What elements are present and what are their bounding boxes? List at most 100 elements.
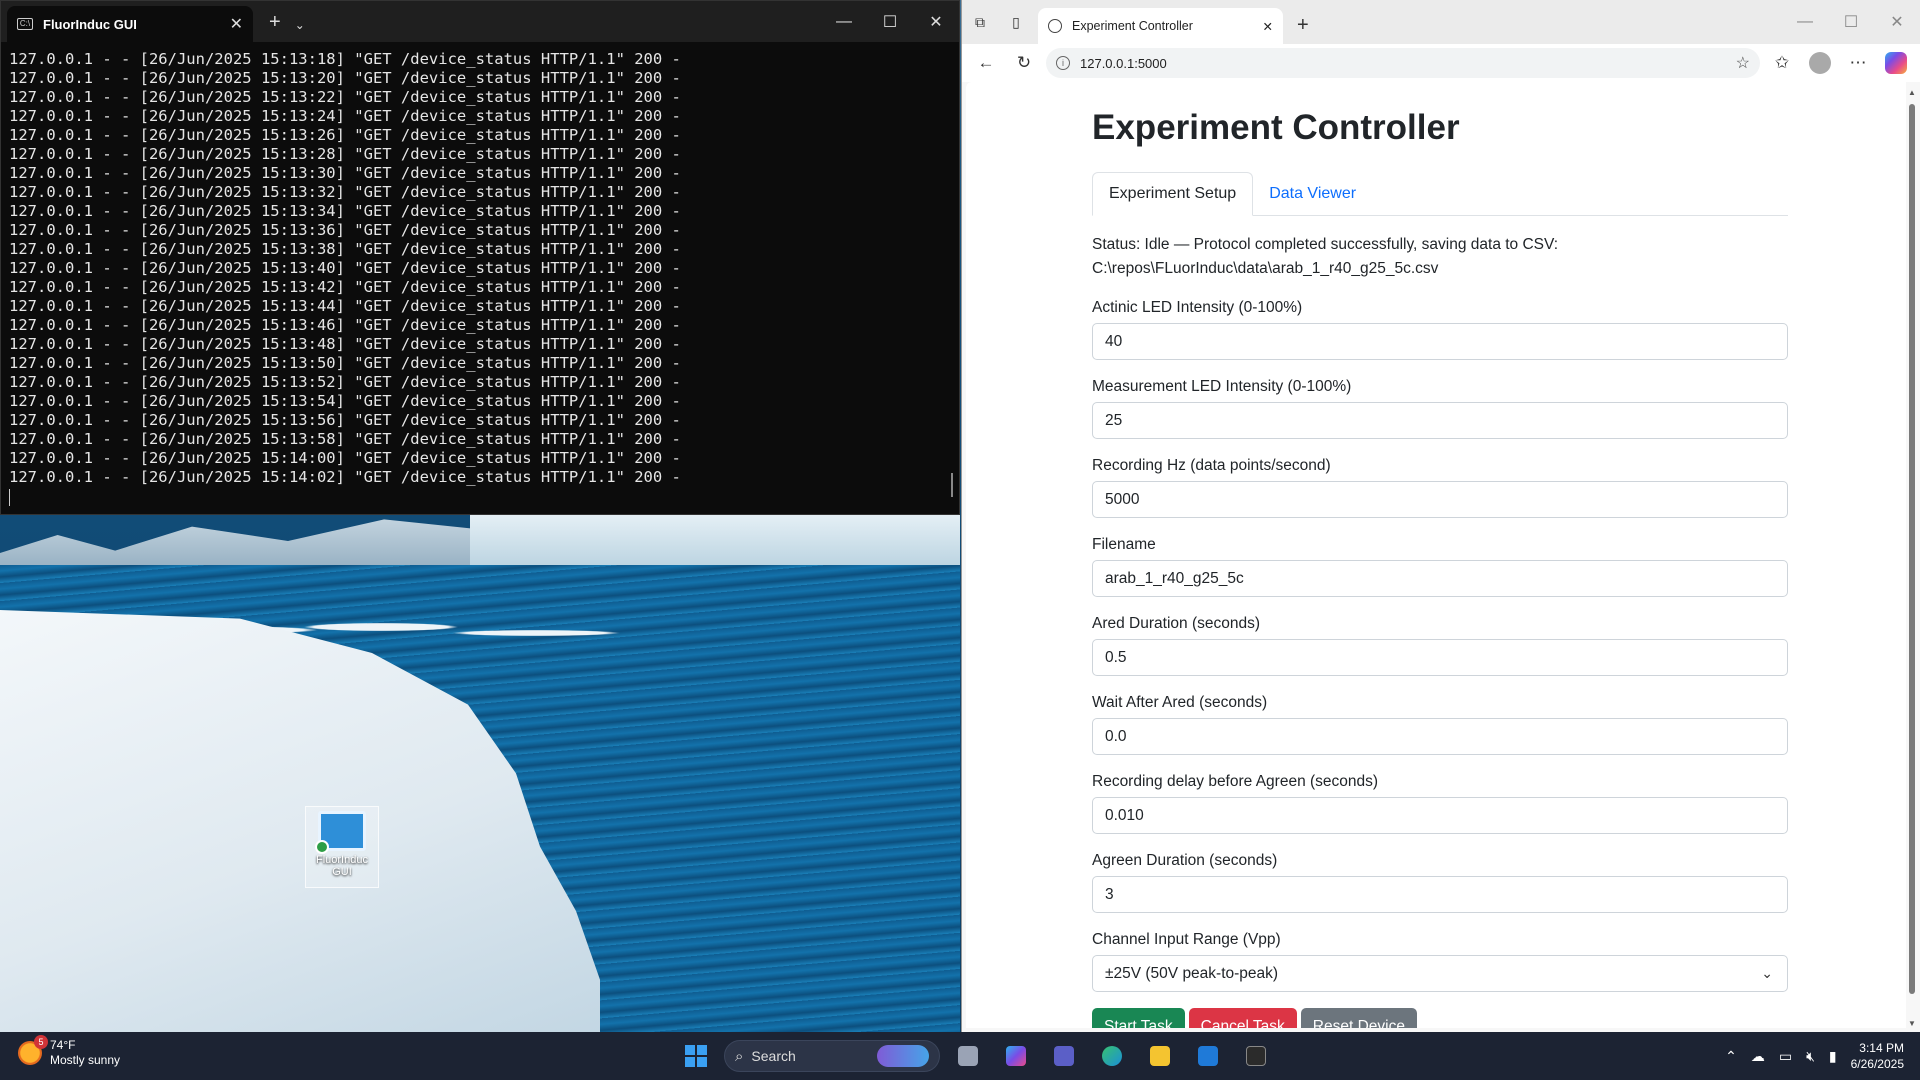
- sync-check-icon: [315, 840, 329, 854]
- form-field-input[interactable]: 40: [1092, 323, 1788, 360]
- mail-button[interactable]: [1188, 1036, 1228, 1076]
- terminal-window-controls: — ☐ ✕: [821, 1, 959, 42]
- weather-widget[interactable]: 5 74°F Mostly sunny: [18, 1035, 121, 1068]
- form-field-label: Recording Hz (data points/second): [1092, 457, 1331, 474]
- terminal-scrollbar[interactable]: [951, 473, 953, 497]
- chevron-down-icon[interactable]: ⌄: [295, 18, 305, 32]
- close-button[interactable]: ✕: [913, 1, 959, 42]
- scrollbar-thumb[interactable]: [1909, 104, 1915, 994]
- form-field-input[interactable]: 5000: [1092, 481, 1788, 518]
- back-icon[interactable]: ←: [970, 47, 1002, 79]
- form-field-group: Filename arab_1_r40_g25_5c: [1092, 534, 1788, 597]
- terminal-window[interactable]: C:\ FluorInduc GUI ✕ + ⌄ — ☐ ✕ 127.0.0.1…: [0, 0, 960, 515]
- clock[interactable]: 3:14 PM 6/26/2025: [1851, 1040, 1904, 1072]
- onedrive-icon[interactable]: ☁: [1751, 1048, 1765, 1065]
- close-button[interactable]: ✕: [1874, 0, 1920, 44]
- system-tray: ⌃ ☁ ▭ 🔇︎ ▮ 3:14 PM 6/26/2025: [1725, 1036, 1904, 1076]
- form-field-group: Wait After Ared (seconds) 0.0: [1092, 692, 1788, 755]
- channel-range-label: Channel Input Range (Vpp): [1092, 931, 1281, 948]
- more-options-icon[interactable]: ⋯: [1842, 47, 1874, 79]
- terminal-log-line: 127.0.0.1 - - [26/Jun/2025 15:13:52] "GE…: [9, 373, 681, 391]
- site-info-icon[interactable]: i: [1056, 56, 1070, 70]
- scroll-up-icon[interactable]: ▲: [1908, 88, 1916, 97]
- minimize-button[interactable]: —: [821, 1, 867, 42]
- profile-button[interactable]: [1804, 47, 1836, 79]
- terminal-output[interactable]: 127.0.0.1 - - [26/Jun/2025 15:13:18] "GE…: [1, 42, 959, 506]
- status-text: Status: Idle — Protocol completed succes…: [1092, 236, 1559, 277]
- channel-range-select[interactable]: ±25V (50V peak-to-peak) ⌄: [1092, 955, 1788, 992]
- terminal-tab[interactable]: C:\ FluorInduc GUI ✕: [7, 6, 253, 42]
- browser-toolbar: ← ↻ i 127.0.0.1:5000 ☆ ✩ ⋯: [962, 44, 1920, 82]
- experiment-controller-page: Experiment Controller Experiment Setup D…: [1092, 82, 1788, 1028]
- taskbar-search[interactable]: ⌕ Search: [724, 1040, 940, 1072]
- terminal-titlebar: C:\ FluorInduc GUI ✕ + ⌄ — ☐ ✕: [1, 1, 959, 42]
- form-field-input[interactable]: 3: [1092, 876, 1788, 913]
- page-scrollbar[interactable]: ▲ ▼: [1908, 88, 1916, 1028]
- maximize-button[interactable]: ☐: [867, 1, 913, 42]
- volume-muted-icon[interactable]: 🔇︎: [1806, 1048, 1815, 1065]
- favorite-star-icon[interactable]: ☆: [1736, 53, 1750, 73]
- terminal-log-line: 127.0.0.1 - - [26/Jun/2025 15:13:22] "GE…: [9, 88, 681, 106]
- cancel-task-button[interactable]: Cancel Task: [1188, 1008, 1297, 1028]
- form-field-group: Measurement LED Intensity (0-100%) 25: [1092, 376, 1788, 439]
- close-tab-icon[interactable]: ✕: [230, 14, 243, 34]
- terminal-log-line: 127.0.0.1 - - [26/Jun/2025 15:13:26] "GE…: [9, 126, 681, 144]
- refresh-icon[interactable]: ↻: [1008, 47, 1040, 79]
- form-field-input[interactable]: 0.010: [1092, 797, 1788, 834]
- new-tab-button[interactable]: +: [1297, 14, 1309, 37]
- chevron-up-icon[interactable]: ⌃: [1725, 1048, 1737, 1065]
- terminal-log-line: 127.0.0.1 - - [26/Jun/2025 15:13:56] "GE…: [9, 411, 681, 429]
- tab-experiment-setup[interactable]: Experiment Setup: [1092, 172, 1254, 216]
- search-placeholder: Search: [751, 1048, 796, 1064]
- terminal-log-line: 127.0.0.1 - - [26/Jun/2025 15:13:30] "GE…: [9, 164, 681, 182]
- browser-tab[interactable]: Experiment Controller ✕: [1038, 8, 1283, 44]
- workspaces-icon[interactable]: ⧉: [962, 0, 998, 44]
- windows-logo-icon: [685, 1045, 707, 1067]
- form-field-input[interactable]: 0.5: [1092, 639, 1788, 676]
- close-tab-icon[interactable]: ✕: [1263, 19, 1273, 34]
- start-task-button[interactable]: Start Task: [1092, 1008, 1185, 1028]
- notification-badge: 5: [34, 1035, 48, 1049]
- favorites-icon[interactable]: ✩: [1766, 47, 1798, 79]
- copilot-taskbar-button[interactable]: [996, 1036, 1036, 1076]
- tab-data-viewer[interactable]: Data Viewer: [1253, 172, 1372, 216]
- desktop-shortcut-fluorinduc[interactable]: FluorInduc GUI: [305, 806, 379, 888]
- copilot-icon: [1885, 52, 1907, 74]
- terminal-taskbar-button[interactable]: [1236, 1036, 1276, 1076]
- terminal-log-line: 127.0.0.1 - - [26/Jun/2025 15:13:28] "GE…: [9, 145, 681, 163]
- copilot-icon: [1006, 1046, 1026, 1066]
- search-highlight-icon: [877, 1045, 929, 1067]
- address-bar[interactable]: i 127.0.0.1:5000 ☆: [1046, 48, 1760, 78]
- browser-window[interactable]: ⧉ ▯ Experiment Controller ✕ + — ☐ ✕ ← ↻ …: [961, 0, 1920, 1032]
- task-view-button[interactable]: [948, 1036, 988, 1076]
- scroll-down-icon[interactable]: ▼: [1908, 1019, 1916, 1028]
- terminal-log-line: 127.0.0.1 - - [26/Jun/2025 15:13:48] "GE…: [9, 335, 681, 353]
- file-explorer-button[interactable]: [1140, 1036, 1180, 1076]
- page-viewport: Experiment Controller Experiment Setup D…: [966, 82, 1906, 1028]
- chevron-down-icon: ⌄: [1761, 965, 1773, 981]
- start-button[interactable]: [676, 1036, 716, 1076]
- browser-tabbar: ⧉ ▯ Experiment Controller ✕ + — ☐ ✕: [962, 0, 1920, 44]
- edge-button[interactable]: [1092, 1036, 1132, 1076]
- weather-description: Mostly sunny: [50, 1053, 121, 1067]
- clock-date: 6/26/2025: [1850, 1057, 1904, 1071]
- network-icon[interactable]: ▭: [1779, 1048, 1792, 1065]
- maximize-button[interactable]: ☐: [1828, 0, 1874, 44]
- new-tab-button[interactable]: +: [269, 11, 281, 34]
- terminal-log-line: 127.0.0.1 - - [26/Jun/2025 15:13:24] "GE…: [9, 107, 681, 125]
- form-field-input[interactable]: arab_1_r40_g25_5c: [1092, 560, 1788, 597]
- clock-time: 3:14 PM: [1859, 1041, 1904, 1055]
- copilot-button[interactable]: [1880, 47, 1912, 79]
- weather-sun-icon: 5: [18, 1035, 48, 1065]
- command-prompt-icon: C:\: [17, 18, 33, 30]
- reset-device-button[interactable]: Reset Device: [1300, 1008, 1417, 1028]
- form-field-input[interactable]: 0.0: [1092, 718, 1788, 755]
- battery-icon[interactable]: ▮: [1829, 1048, 1837, 1065]
- form-field-label: Filename: [1092, 536, 1156, 553]
- form-field-input[interactable]: 25: [1092, 402, 1788, 439]
- teams-button[interactable]: [1044, 1036, 1084, 1076]
- minimize-button[interactable]: —: [1782, 0, 1828, 44]
- tab-actions-icon[interactable]: ▯: [998, 0, 1034, 44]
- terminal-log-line: 127.0.0.1 - - [26/Jun/2025 15:13:54] "GE…: [9, 392, 681, 410]
- terminal-log-line: 127.0.0.1 - - [26/Jun/2025 15:13:20] "GE…: [9, 69, 681, 87]
